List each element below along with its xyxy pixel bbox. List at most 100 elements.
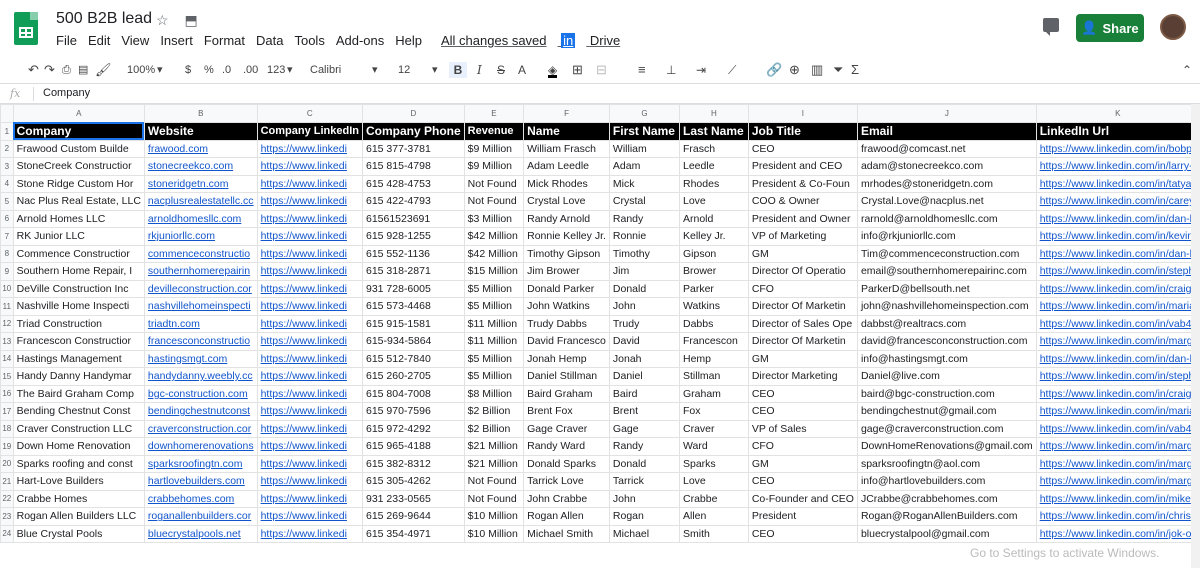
table-cell[interactable]: https://www.linkedin.com/in/carey	[1035, 192, 1200, 211]
table-cell[interactable]: john@nashvillehomeinspection.com	[856, 297, 1037, 316]
table-cell[interactable]: dabbst@realtracs.com	[856, 314, 1037, 333]
row-number[interactable]: 11	[0, 297, 14, 316]
row-number[interactable]: 15	[0, 367, 14, 386]
table-cell[interactable]: 615 512-7840	[361, 349, 465, 368]
table-cell[interactable]: https://www.linkedin.com/in/jok-o	[1035, 524, 1200, 543]
table-cell[interactable]: Frasch	[679, 139, 749, 158]
table-cell[interactable]: info@hartlovebuilders.com	[856, 472, 1037, 491]
table-cell[interactable]: https://www.linkedin.com/in/steph	[1035, 262, 1200, 281]
header-cell[interactable]: Revenue	[463, 121, 525, 141]
table-cell[interactable]: https://www.linkedin.com/in/kevin	[1035, 227, 1200, 246]
table-cell[interactable]: $9 Million	[463, 139, 525, 158]
table-cell[interactable]: craverconstruction.cor	[143, 419, 258, 438]
header-cell[interactable]: Company LinkedIn	[256, 121, 363, 141]
table-cell[interactable]: francesconconstructio	[143, 332, 258, 351]
currency-format-button[interactable]: $	[185, 62, 191, 78]
table-cell[interactable]: Ronnie	[608, 227, 681, 246]
table-cell[interactable]: Arnold Homes LLC	[12, 209, 145, 228]
table-cell[interactable]: bluecrystalpool@gmail.com	[856, 524, 1037, 543]
table-cell[interactable]: Crabbe Homes	[12, 489, 145, 508]
table-cell[interactable]: $11 Million	[463, 314, 525, 333]
table-cell[interactable]: https://www.linkedi	[256, 192, 363, 211]
table-cell[interactable]: StoneCreek Constructior	[12, 157, 145, 176]
row-number[interactable]: 21	[0, 472, 14, 491]
row-number[interactable]: 9	[0, 262, 14, 281]
table-cell[interactable]: 615 305-4262	[361, 472, 465, 491]
table-cell[interactable]: baird@bgc-construction.com	[856, 384, 1037, 403]
text-wrap-icon[interactable]: ⇥	[696, 62, 706, 78]
table-cell[interactable]: https://www.linkedi	[256, 209, 363, 228]
table-cell[interactable]: https://www.linkedi	[256, 454, 363, 473]
collapse-toolbar-icon[interactable]: ⌃	[1182, 62, 1192, 78]
table-cell[interactable]: Crabbe	[679, 489, 749, 508]
strikethrough-button[interactable]: S	[497, 62, 505, 78]
table-cell[interactable]: info@rkjuniorllc.com	[856, 227, 1037, 246]
table-cell[interactable]: John	[608, 489, 681, 508]
header-cell[interactable]: LinkedIn Url	[1035, 121, 1200, 141]
table-cell[interactable]: handydanny.weebly.cc	[143, 367, 258, 386]
table-cell[interactable]: stonecreekco.com	[143, 157, 258, 176]
table-cell[interactable]: 615 804-7008	[361, 384, 465, 403]
table-cell[interactable]: Graham	[679, 384, 749, 403]
menu-file[interactable]: File	[56, 33, 77, 48]
table-cell[interactable]: sparksroofingtn@aol.com	[856, 454, 1037, 473]
font-select[interactable]: Calibri	[310, 62, 341, 78]
table-cell[interactable]: Donald Parker	[523, 279, 610, 298]
table-cell[interactable]: 615 972-4292	[361, 419, 465, 438]
table-cell[interactable]: Brower	[679, 262, 749, 281]
table-cell[interactable]: devilleconstruction.cor	[143, 279, 258, 298]
header-cell[interactable]: Email	[856, 121, 1037, 141]
table-cell[interactable]: Gage	[608, 419, 681, 438]
sheets-logo-icon[interactable]	[14, 12, 38, 45]
table-cell[interactable]: Smith	[679, 524, 749, 543]
table-cell[interactable]: frawood.com	[143, 139, 258, 158]
row-number[interactable]: 8	[0, 244, 14, 263]
row-number[interactable]: 17	[0, 402, 14, 421]
table-cell[interactable]: Not Found	[463, 472, 525, 491]
table-cell[interactable]: Stone Ridge Custom Hor	[12, 174, 145, 193]
table-cell[interactable]: https://www.linkedin.com/in/marg	[1035, 454, 1200, 473]
comment-history-icon[interactable]	[1043, 18, 1059, 36]
table-cell[interactable]: Ward	[679, 437, 749, 456]
row-number[interactable]: 10	[0, 279, 14, 298]
table-cell[interactable]: Michael	[608, 524, 681, 543]
table-cell[interactable]: https://www.linkedin.com/in/larry-	[1035, 157, 1200, 176]
table-cell[interactable]: https://www.linkedin.com/in/tatya	[1035, 174, 1200, 193]
menu-addons[interactable]: Add-ons	[336, 33, 384, 48]
table-cell[interactable]: President and Owner	[747, 209, 858, 228]
italic-button[interactable]: I	[477, 62, 482, 78]
table-cell[interactable]: $42 Million	[463, 244, 525, 263]
table-cell[interactable]: https://www.linkedi	[256, 262, 363, 281]
table-cell[interactable]: https://www.linkedi	[256, 279, 363, 298]
table-cell[interactable]: https://www.linkedin.com/in/mike	[1035, 489, 1200, 508]
column-header-a[interactable]: A	[12, 104, 145, 123]
table-cell[interactable]: $5 Million	[463, 297, 525, 316]
column-header-c[interactable]: C	[256, 104, 363, 123]
table-cell[interactable]: https://www.linkedi	[256, 349, 363, 368]
row-number[interactable]: 22	[0, 489, 14, 508]
table-cell[interactable]: https://www.linkedi	[256, 507, 363, 526]
table-cell[interactable]: Daniel Stillman	[523, 367, 610, 386]
table-cell[interactable]: https://www.linkedi	[256, 489, 363, 508]
table-cell[interactable]: triadtn.com	[143, 314, 258, 333]
column-header-i[interactable]: I	[747, 104, 858, 123]
table-cell[interactable]: Jim	[608, 262, 681, 281]
table-cell[interactable]: Not Found	[463, 192, 525, 211]
table-cell[interactable]: William	[608, 139, 681, 158]
table-cell[interactable]: southernhomerepairin	[143, 262, 258, 281]
table-cell[interactable]: Love	[679, 472, 749, 491]
table-cell[interactable]: Mick Rhodes	[523, 174, 610, 193]
table-cell[interactable]: Rogan Allen	[523, 507, 610, 526]
table-cell[interactable]: Director Of Operatio	[747, 262, 858, 281]
table-cell[interactable]: Not Found	[463, 489, 525, 508]
table-cell[interactable]: info@hastingsmgt.com	[856, 349, 1037, 368]
table-cell[interactable]: Fox	[679, 402, 749, 421]
table-cell[interactable]: 615 928-1255	[361, 227, 465, 246]
table-cell[interactable]: bgc-construction.com	[143, 384, 258, 403]
table-cell[interactable]: COO & Owner	[747, 192, 858, 211]
row-number[interactable]: 5	[0, 192, 14, 211]
table-cell[interactable]: $21 Million	[463, 454, 525, 473]
merge-cells-icon[interactable]: ⊟	[596, 62, 607, 78]
table-cell[interactable]: https://www.linkedi	[256, 367, 363, 386]
table-cell[interactable]: commenceconstructio	[143, 244, 258, 263]
